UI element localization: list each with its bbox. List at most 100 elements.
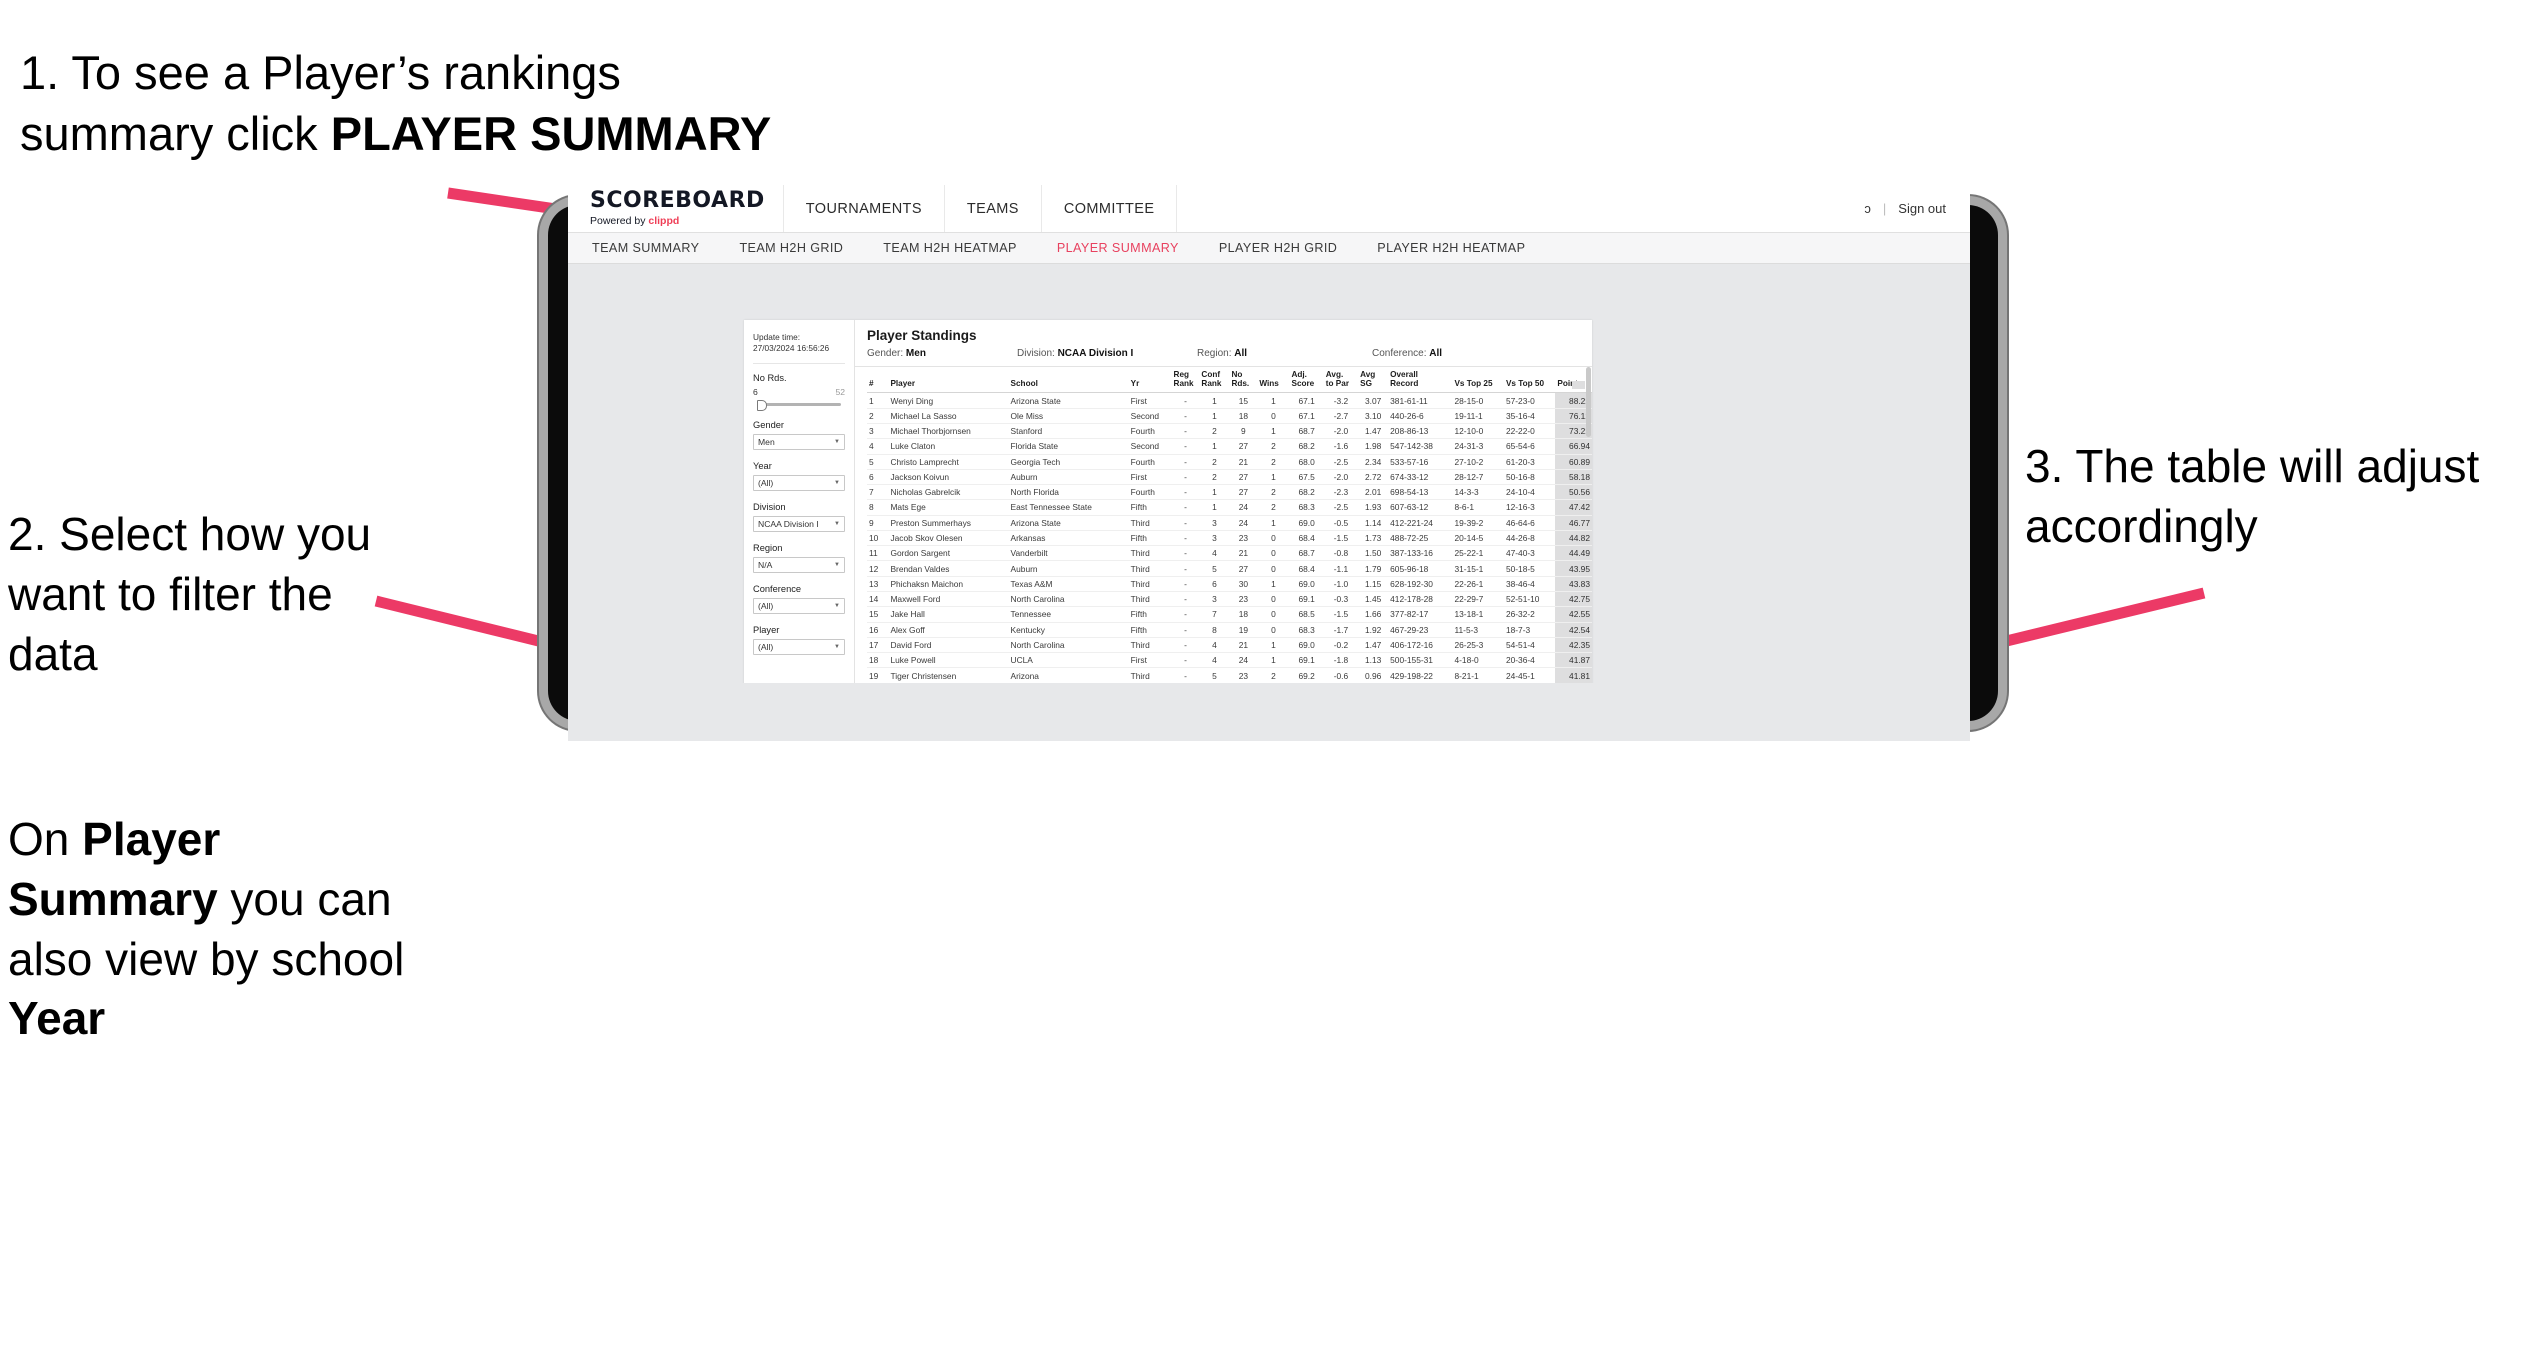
annotation-step-1: 1. To see a Player’s rankings summary cl…: [20, 42, 810, 164]
tab-team-summary[interactable]: TEAM SUMMARY: [592, 241, 717, 255]
step2-text: 2. Select how you want to filter the dat…: [8, 508, 372, 680]
col-avg-to-par-cell: -0.5: [1323, 515, 1359, 531]
table-row[interactable]: 3 Michael Thorbjornsen Stanford Fourth -2 9 1 6…: [867, 423, 1592, 440]
scoreboard-app: SCOREBOARD Powered by clippd TOURNAMENTS…: [568, 185, 1970, 741]
col-vs-top-50-header[interactable]: Vs Top 50: [1503, 367, 1556, 394]
tab-player-h2h-heatmap[interactable]: PLAYER H2H HEATMAP: [1377, 241, 1543, 255]
col-yr-cell: First: [1128, 469, 1172, 486]
col-adj-score-cell: 68.3: [1289, 622, 1324, 638]
range-slider[interactable]: [753, 399, 845, 412]
col-yr-cell: Fifth: [1128, 499, 1172, 516]
table-row[interactable]: 16 Alex Goff Kentucky Fifth -8 19 0 68.3 -1.7 1.9…: [867, 622, 1592, 638]
col-overall-record-cell: 387-133-16: [1388, 545, 1453, 562]
col-adj-score-cell: 68.2: [1289, 484, 1324, 501]
filter-year-select[interactable]: (All) ▼: [753, 475, 845, 492]
col-rank-cell: 18: [867, 652, 889, 669]
table-row[interactable]: 6 Jackson Koivun Auburn First -2 27 1 67.5 -2.0 2…: [867, 469, 1592, 486]
table-row[interactable]: 8 Mats Ege East Tennessee State Fifth -1 24 2 6…: [867, 499, 1592, 516]
nav-item-tournaments[interactable]: TOURNAMENTS: [784, 185, 945, 232]
col-adj-score-cell: 67.1: [1289, 408, 1324, 424]
col-avg-to-par-cell: -2.5: [1323, 499, 1359, 516]
scrollbar-thumb[interactable]: [1586, 367, 1591, 437]
col-overall-record-header[interactable]: Overall Record: [1388, 367, 1453, 394]
col-school-header[interactable]: School: [1008, 367, 1129, 394]
viz-content: Player Standings Gender: Men Division: N…: [855, 320, 1592, 683]
table-row[interactable]: 4 Luke Claton Florida State Second -1 27 2 68.2…: [867, 438, 1592, 455]
filter-gender-select[interactable]: Men ▼: [753, 434, 845, 451]
table-row[interactable]: 7 Nicholas Gabrelcik North Florida Fourth -1…: [867, 484, 1592, 501]
col-rank-cell: 11: [867, 545, 889, 562]
col-player-cell: Preston Summerhays: [888, 515, 1009, 531]
col-wins-cell: 1: [1257, 392, 1290, 409]
table-row[interactable]: 2 Michael La Sasso Ole Miss Second -1 18 0 67.1…: [867, 408, 1592, 424]
tab-team-h2h-heatmap[interactable]: TEAM H2H HEATMAP: [883, 241, 1035, 255]
filter-region-select[interactable]: N/A ▼: [753, 557, 845, 574]
col-vs-top-25-cell: 8-21-1: [1452, 667, 1504, 683]
slider-min-value: 6: [753, 387, 758, 398]
col-school-cell: Auburn: [1008, 560, 1129, 577]
col-reg-rank-header[interactable]: Reg Rank: [1171, 367, 1200, 394]
filter-division: Division NCAA Division I ▼: [744, 502, 854, 543]
slider-handle[interactable]: [757, 400, 767, 412]
table-row[interactable]: 5 Christo Lamprecht Georgia Tech Fourth -2 21…: [867, 454, 1592, 470]
filter-gender: Gender Men ▼: [744, 420, 854, 461]
nav-item-teams[interactable]: TEAMS: [945, 185, 1042, 232]
table-row[interactable]: 15 Jake Hall Tennessee Fifth -7 18 0 68.5 -1.5 1.…: [867, 606, 1592, 623]
table-row[interactable]: 1 Wenyi Ding Arizona State First -1 15 1 67.1 -3…: [867, 392, 1592, 409]
table-row[interactable]: 12 Brendan Valdes Auburn Third -5 27 0 68.4 -1.1…: [867, 560, 1592, 577]
col-player-header[interactable]: Player: [888, 367, 1009, 394]
col-reg-rank-cell: -: [1171, 560, 1200, 577]
col-no-rds-header[interactable]: No Rds.: [1229, 367, 1258, 394]
viz-title: Player Standings: [867, 328, 977, 343]
tab-player-summary[interactable]: PLAYER SUMMARY: [1057, 241, 1197, 255]
col-avg-sg-header[interactable]: Avg SG: [1358, 367, 1389, 394]
col-overall-record-cell: 607-63-12: [1388, 499, 1453, 516]
col-conf-rank-header[interactable]: Conf Rank: [1199, 367, 1230, 394]
col-reg-rank-cell: -: [1171, 499, 1200, 516]
table-row[interactable]: 9 Preston Summerhays Arizona State Third -3 2…: [867, 515, 1592, 531]
col-conf-rank-cell: 1: [1199, 392, 1230, 409]
col-avg-sg-cell: 1.98: [1358, 438, 1389, 455]
col-school-cell: North Florida: [1008, 484, 1129, 501]
table-row[interactable]: 13 Phichaksn Maichon Texas A&M Third -6 30 1 69…: [867, 576, 1592, 593]
col-vs-top-50-cell: 44-26-8: [1503, 530, 1556, 547]
table-row[interactable]: 18 Luke Powell UCLA First -4 24 1 69.1 -1.8 1.13 5…: [867, 652, 1592, 669]
table-row[interactable]: 17 David Ford North Carolina Third -4 21 1 69.0…: [867, 637, 1592, 654]
col-avg-to-par-header[interactable]: Avg. to Par: [1323, 367, 1359, 394]
col-wins-header[interactable]: Wins: [1257, 367, 1290, 394]
col-vs-top-50-cell: 46-64-6: [1503, 515, 1556, 531]
filter-conference-select[interactable]: (All) ▼: [753, 598, 845, 615]
table-row[interactable]: 11 Gordon Sargent Vanderbilt Third -4 21 0 68.7…: [867, 545, 1592, 562]
col-vs-top-25-header[interactable]: Vs Top 25: [1452, 367, 1504, 394]
filter-player-select[interactable]: (All) ▼: [753, 639, 845, 656]
annotation-step-3: 3. The table will adjust accordingly: [2025, 437, 2525, 557]
col-school-cell: North Carolina: [1008, 637, 1129, 654]
table-row[interactable]: 14 Maxwell Ford North Carolina Third -3 23 0 69…: [867, 591, 1592, 608]
user-icon[interactable]: ɔ: [1864, 201, 1871, 216]
col-vs-top-50-cell: 26-32-2: [1503, 606, 1556, 623]
tab-team-h2h-grid[interactable]: TEAM H2H GRID: [739, 241, 861, 255]
col-yr-header[interactable]: Yr: [1128, 367, 1172, 394]
col-reg-rank-cell: -: [1171, 606, 1200, 623]
filter-conference: Conference (All) ▼: [744, 584, 854, 625]
col-adj-score-header[interactable]: Adj. Score: [1289, 367, 1324, 394]
brand-logo: SCOREBOARD Powered by clippd: [568, 185, 784, 232]
col-wins-cell: 2: [1257, 499, 1290, 516]
col-conf-rank-cell: 4: [1199, 545, 1230, 562]
nav-item-committee[interactable]: COMMITTEE: [1042, 185, 1178, 232]
col-conf-rank-cell: 1: [1199, 408, 1230, 424]
app-header: SCOREBOARD Powered by clippd TOURNAMENTS…: [568, 185, 1970, 233]
table-scrollbar[interactable]: [1586, 367, 1591, 683]
filter-gender-value: Men: [758, 437, 775, 448]
col-player-cell: Brendan Valdes: [888, 560, 1009, 577]
tab-player-h2h-grid[interactable]: PLAYER H2H GRID: [1219, 241, 1355, 255]
table-row[interactable]: 10 Jacob Skov Olesen Arkansas Fifth -3 23 0 68.…: [867, 530, 1592, 547]
col-player-cell: Wenyi Ding: [888, 392, 1009, 409]
col-adj-score-cell: 69.0: [1289, 515, 1324, 531]
table-row[interactable]: 19 Tiger Christensen Arizona Third -5 23 2 69.2…: [867, 667, 1592, 683]
header-right: ɔ | Sign out: [1864, 185, 1970, 232]
col-rank-header[interactable]: #: [867, 367, 889, 394]
sign-out-link[interactable]: Sign out: [1898, 201, 1946, 216]
filter-no-rds-label: No Rds.: [753, 373, 787, 384]
filter-division-select[interactable]: NCAA Division I ▼: [753, 516, 845, 533]
